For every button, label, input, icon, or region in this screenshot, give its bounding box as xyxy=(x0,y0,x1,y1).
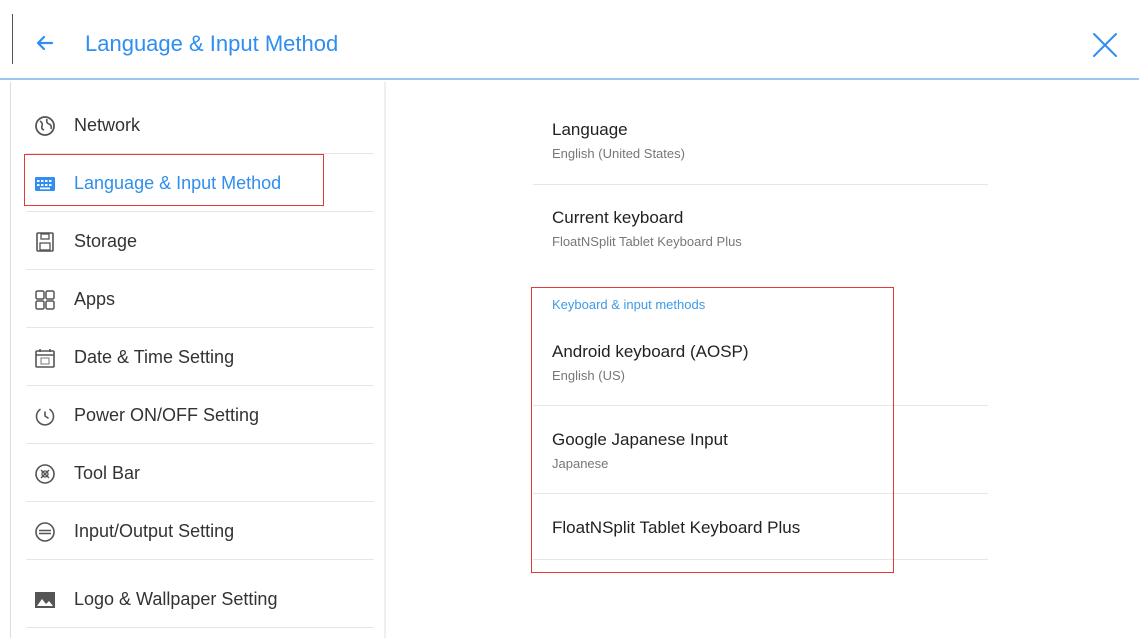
calendar-icon xyxy=(35,349,55,368)
input-method-aosp[interactable]: Android keyboard (AOSP) English (US) xyxy=(533,330,988,406)
sidebar-item-logo-wallpaper[interactable]: Logo & Wallpaper Setting xyxy=(26,570,374,628)
toolbar-icon xyxy=(35,464,55,484)
input-method-title: Android keyboard (AOSP) xyxy=(552,342,749,361)
sidebar-item-language-input[interactable]: Language & Input Method xyxy=(26,154,374,212)
sidebar-item-label: Storage xyxy=(74,231,138,251)
sidebar-item-date-time[interactable]: Date & Time Setting xyxy=(26,328,374,386)
header-bar: Language & Input Method xyxy=(0,0,1139,80)
back-button[interactable] xyxy=(32,30,58,56)
sidebar-item-power[interactable]: Power ON/OFF Setting xyxy=(26,386,374,444)
sidebar-item-network[interactable]: Network xyxy=(26,96,374,154)
input-method-subtitle: English (US) xyxy=(552,368,625,383)
sidebar-item-label: Language & Input Method xyxy=(74,173,282,193)
image-icon xyxy=(35,592,55,608)
sidebar-item-label: Input/Output Setting xyxy=(74,521,235,541)
current-keyboard-setting[interactable]: Current keyboard FloatNSplit Tablet Keyb… xyxy=(533,198,988,268)
sidebar-item-label: Power ON/OFF Setting xyxy=(74,405,260,425)
power-timer-icon xyxy=(35,408,55,426)
input-method-subtitle: Japanese xyxy=(552,456,609,471)
sidebar-item-label: Tool Bar xyxy=(74,463,141,483)
apps-grid-icon xyxy=(35,290,55,310)
arrow-left-icon xyxy=(36,35,54,51)
language-setting[interactable]: Language English (United States) xyxy=(533,110,988,184)
sd-card-icon xyxy=(36,232,54,252)
section-header-input-methods: Keyboard & input methods xyxy=(552,297,706,312)
input-method-title: FloatNSplit Tablet Keyboard Plus xyxy=(552,518,801,537)
language-title: Language xyxy=(552,120,628,139)
sidebar-item-toolbar[interactable]: Tool Bar xyxy=(26,444,374,502)
globe-icon xyxy=(35,116,55,136)
current-keyboard-value: FloatNSplit Tablet Keyboard Plus xyxy=(552,234,742,249)
divider xyxy=(533,405,988,406)
sidebar-item-label: Apps xyxy=(74,289,116,309)
input-method-google-japanese[interactable]: Google Japanese Input Japanese xyxy=(533,418,988,494)
divider xyxy=(533,184,988,185)
sidebar-item-label: Logo & Wallpaper Setting xyxy=(74,589,278,609)
close-button[interactable] xyxy=(1090,30,1120,60)
language-value: English (United States) xyxy=(552,146,685,161)
divider xyxy=(533,559,988,560)
sidebar-item-storage[interactable]: Storage xyxy=(26,212,374,270)
input-method-title: Google Japanese Input xyxy=(552,430,728,449)
keyboard-icon xyxy=(35,177,55,191)
sidebar-item-label: Network xyxy=(74,115,141,135)
page-title: Language & Input Method xyxy=(85,31,339,56)
sidebar-item-apps[interactable]: Apps xyxy=(26,270,374,328)
sidebar-item-label: Date & Time Setting xyxy=(74,347,235,367)
input-method-floatnsplit[interactable]: FloatNSplit Tablet Keyboard Plus xyxy=(533,504,988,560)
current-keyboard-title: Current keyboard xyxy=(552,208,684,227)
close-icon xyxy=(1093,33,1117,57)
divider xyxy=(533,493,988,494)
sidebar-item-input-output[interactable]: Input/Output Setting xyxy=(26,502,374,560)
window-edge xyxy=(12,14,13,64)
input-output-icon xyxy=(35,522,55,542)
